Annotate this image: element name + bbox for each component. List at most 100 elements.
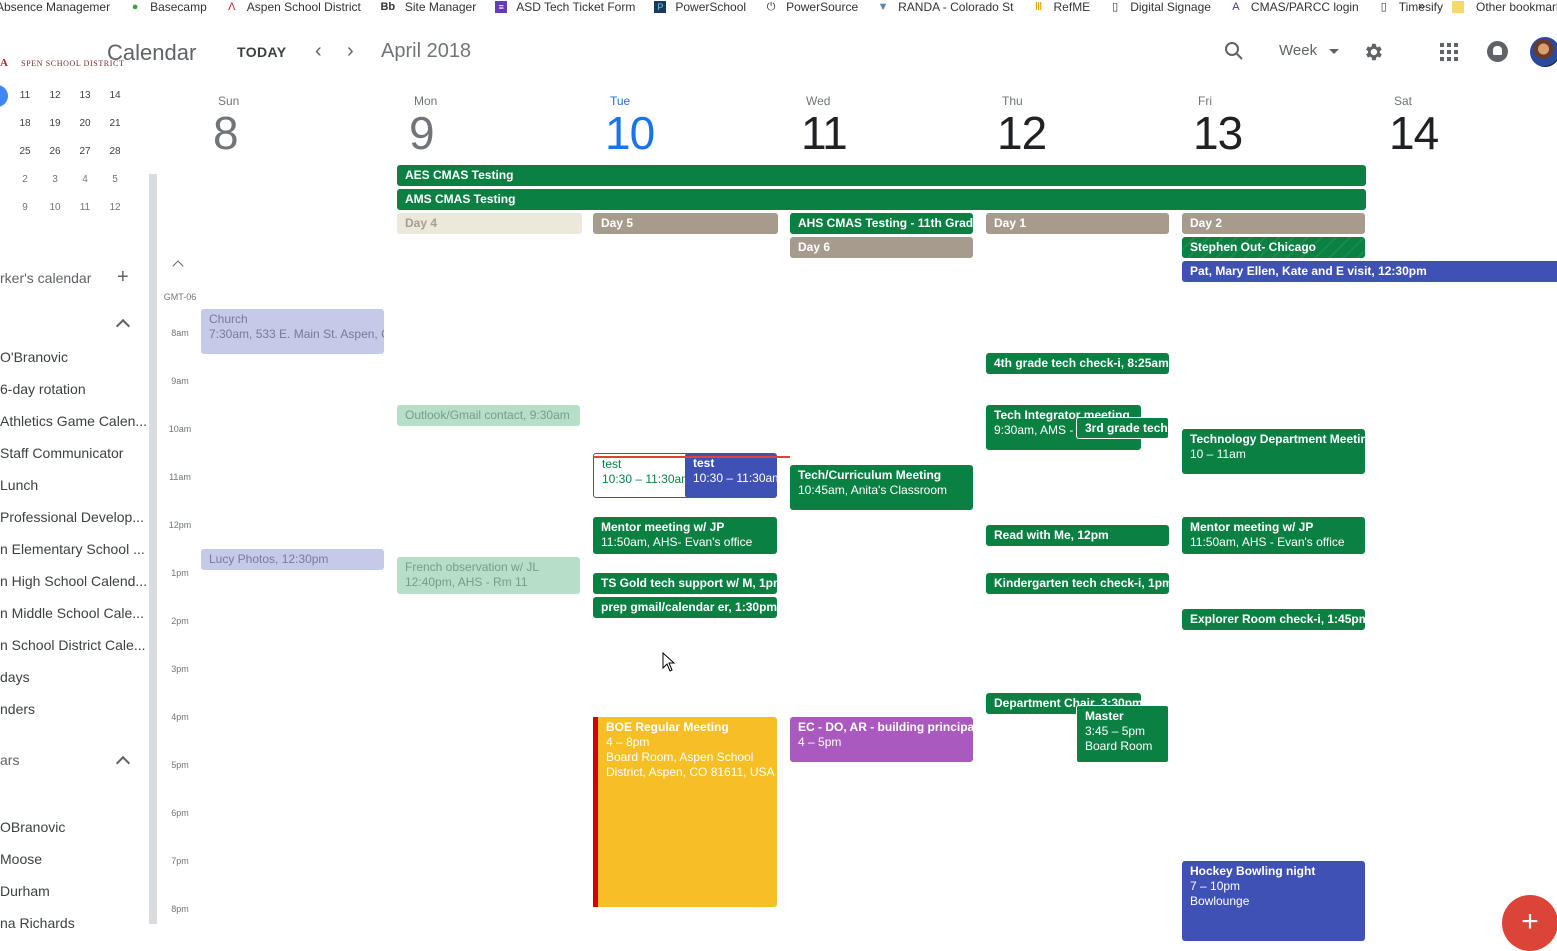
apps-grid-icon[interactable] bbox=[1440, 43, 1458, 61]
calendar-event[interactable]: Technology Department Meeting 10 – 11am bbox=[1182, 429, 1365, 474]
mini-calendar-day[interactable]: 2 bbox=[13, 168, 37, 192]
mini-calendar-selected-day[interactable] bbox=[0, 85, 8, 107]
mini-calendar-day[interactable]: 9 bbox=[13, 196, 37, 220]
my-calendar-item[interactable]: Professional Develop... bbox=[0, 509, 144, 525]
calendar-event[interactable]: French observation w/ JL 12:40pm, AHS - R… bbox=[397, 557, 580, 594]
my-calendars-collapse-icon[interactable] bbox=[115, 318, 131, 334]
bookmark-randa[interactable]: ▼ RANDA - Colorado St bbox=[877, 0, 1014, 14]
bookmark-timesify[interactable]: ▯ Timesify bbox=[1378, 0, 1443, 14]
calendar-event[interactable]: Read with Me, 12pm bbox=[986, 525, 1169, 546]
bookmark-refme[interactable]: Ⅲ RefME bbox=[1033, 0, 1090, 14]
mini-calendar-day[interactable]: 26 bbox=[43, 140, 67, 164]
calendar-event[interactable]: 4th grade tech check-i, 8:25am bbox=[986, 353, 1169, 374]
bookmark-tech-ticket[interactable]: ≡ ASD Tech Ticket Form bbox=[495, 0, 635, 14]
mini-calendar-day[interactable]: 27 bbox=[73, 140, 97, 164]
calendar-event[interactable]: BOE Regular Meeting 4 – 8pm Board Room, As… bbox=[593, 717, 777, 907]
my-calendar-item[interactable]: nders bbox=[0, 701, 35, 717]
mini-calendar-day[interactable]: 10 bbox=[43, 196, 67, 220]
mini-calendar-day[interactable]: 20 bbox=[73, 112, 97, 136]
sidebar-scrollbar[interactable] bbox=[149, 174, 157, 924]
calendar-event[interactable]: Mentor meeting w/ JP 11:50am, AHS - Evan'… bbox=[1182, 517, 1365, 554]
my-calendar-item[interactable]: O'Branovic bbox=[0, 349, 68, 365]
allday-event[interactable]: Stephen Out- Chicago bbox=[1182, 237, 1365, 258]
calendar-event[interactable]: test 10:30 – 11:30am bbox=[685, 453, 777, 498]
allday-event[interactable]: Day 2 bbox=[1182, 213, 1365, 234]
my-calendar-item[interactable]: n Middle School Cale... bbox=[0, 605, 144, 621]
mini-calendar-day[interactable]: 18 bbox=[13, 112, 37, 136]
other-bookmarks-folder[interactable]: Other bookmarks bbox=[1452, 0, 1557, 14]
mini-calendar-day[interactable]: 14 bbox=[103, 84, 127, 108]
allday-event[interactable]: Day 6 bbox=[790, 237, 973, 258]
my-calendar-item[interactable]: n High School Calend... bbox=[0, 573, 147, 589]
calendar-event[interactable]: Kindergarten tech check-i, 1pm bbox=[986, 573, 1169, 594]
prev-week-button[interactable]: ‹ bbox=[315, 40, 322, 63]
other-calendar-item[interactable]: Moose bbox=[0, 851, 42, 867]
bookmark-aspen[interactable]: Λ Aspen School District bbox=[226, 0, 361, 14]
day-number[interactable]: 14 bbox=[1389, 106, 1439, 160]
allday-event[interactable]: Day 1 bbox=[986, 213, 1169, 234]
bookmark-site-manager[interactable]: Bb Site Manager bbox=[380, 0, 476, 14]
mini-calendar-day[interactable]: 28 bbox=[103, 140, 127, 164]
calendar-event[interactable]: prep gmail/calendar er, 1:30pm bbox=[593, 597, 777, 618]
my-calendar-item[interactable]: 6-day rotation bbox=[0, 381, 86, 397]
today-button[interactable]: TODAY bbox=[226, 42, 297, 62]
next-week-button[interactable]: › bbox=[347, 40, 354, 63]
other-calendar-item[interactable]: OBranovic bbox=[0, 819, 65, 835]
my-calendar-item[interactable]: n Elementary School ... bbox=[0, 541, 145, 557]
allday-event[interactable]: Day 5 bbox=[593, 213, 778, 234]
my-calendar-item[interactable]: Athletics Game Calen... bbox=[0, 413, 147, 429]
bookmark-digital-signage[interactable]: ▯ Digital Signage bbox=[1109, 0, 1211, 14]
mini-calendar-day[interactable]: 19 bbox=[43, 112, 67, 136]
gear-icon[interactable] bbox=[1362, 41, 1384, 63]
other-calendars-collapse-icon[interactable] bbox=[115, 755, 131, 771]
day-number[interactable]: 11 bbox=[801, 106, 848, 160]
bookmark-powerschool[interactable]: P PowerSchool bbox=[654, 0, 746, 14]
allday-event[interactable]: Day 4 bbox=[397, 213, 582, 234]
calendar-event[interactable]: Hockey Bowling night 7 – 10pm Bowlounge bbox=[1182, 861, 1365, 941]
day-number[interactable]: 8 bbox=[213, 106, 239, 160]
calendar-event[interactable]: EC - DO, AR - building principal 4 – 5pm bbox=[790, 717, 973, 762]
other-calendar-item[interactable]: na Richards bbox=[0, 915, 75, 931]
other-calendar-item[interactable]: Durham bbox=[0, 883, 50, 899]
mini-calendar-day[interactable]: 3 bbox=[43, 168, 67, 192]
calendar-event[interactable]: Tech/Curriculum Meeting 10:45am, Anita's … bbox=[790, 465, 973, 510]
my-calendar-item[interactable]: days bbox=[0, 669, 30, 685]
calendar-event[interactable]: Mentor meeting w/ JP 11:50am, AHS- Evan's… bbox=[593, 517, 777, 554]
bookmarks-overflow-button[interactable]: » bbox=[1418, 0, 1425, 13]
mini-calendar-day[interactable]: 5 bbox=[103, 168, 127, 192]
allday-collapse-icon[interactable] bbox=[172, 260, 184, 272]
allday-event[interactable]: AMS CMAS Testing bbox=[397, 189, 1366, 210]
mini-calendar-day[interactable]: 25 bbox=[13, 140, 37, 164]
notifications-bell-icon[interactable] bbox=[1487, 41, 1508, 62]
mini-calendar-day[interactable]: 13 bbox=[73, 84, 97, 108]
day-number[interactable]: 10 bbox=[605, 106, 655, 160]
day-number[interactable]: 9 bbox=[409, 106, 435, 160]
mini-calendar-day[interactable]: 12 bbox=[103, 196, 127, 220]
my-calendar-item[interactable]: Lunch bbox=[0, 477, 38, 493]
add-calendar-plus-icon[interactable]: + bbox=[117, 266, 129, 289]
calendar-event[interactable]: Outlook/Gmail contact, 9:30am bbox=[397, 405, 580, 426]
bookmark-absence[interactable]: Absence Managemer bbox=[0, 0, 110, 14]
bookmark-cmas[interactable]: A CMAS/PARCC login bbox=[1230, 0, 1358, 14]
calendar-event[interactable]: Church 7:30am, 533 E. Main St. Aspen, C bbox=[201, 309, 384, 354]
mini-calendar-day[interactable]: 11 bbox=[73, 196, 97, 220]
day-number[interactable]: 13 bbox=[1193, 106, 1243, 160]
create-event-button[interactable]: + bbox=[1502, 895, 1557, 951]
view-selector[interactable]: Week bbox=[1279, 42, 1340, 59]
calendar-event[interactable]: Lucy Photos, 12:30pm bbox=[201, 549, 384, 570]
search-icon[interactable] bbox=[1224, 41, 1244, 61]
allday-event[interactable]: Pat, Mary Ellen, Kate and E visit, 12:30… bbox=[1182, 261, 1557, 282]
mini-calendar-day[interactable]: 4 bbox=[73, 168, 97, 192]
allday-event[interactable]: AHS CMAS Testing - 11th Grad bbox=[790, 213, 973, 234]
calendar-event[interactable]: test 10:30 – 11:30am bbox=[593, 453, 693, 498]
day-number[interactable]: 12 bbox=[997, 106, 1047, 160]
mini-calendar-day[interactable]: 11 bbox=[13, 84, 37, 108]
user-avatar[interactable] bbox=[1530, 37, 1557, 67]
calendar-event[interactable]: Master 3:45 – 5pm Board Room bbox=[1076, 705, 1169, 763]
mini-calendar-day[interactable]: 21 bbox=[103, 112, 127, 136]
bookmark-powersource[interactable]: ⏻ PowerSource bbox=[765, 0, 858, 14]
my-calendar-item[interactable]: n School District Cale... bbox=[0, 637, 146, 653]
calendar-event[interactable]: Explorer Room check-i, 1:45pm bbox=[1182, 609, 1365, 630]
allday-event[interactable]: AES CMAS Testing bbox=[397, 165, 1366, 186]
bookmark-basecamp[interactable]: ● Basecamp bbox=[129, 0, 207, 14]
